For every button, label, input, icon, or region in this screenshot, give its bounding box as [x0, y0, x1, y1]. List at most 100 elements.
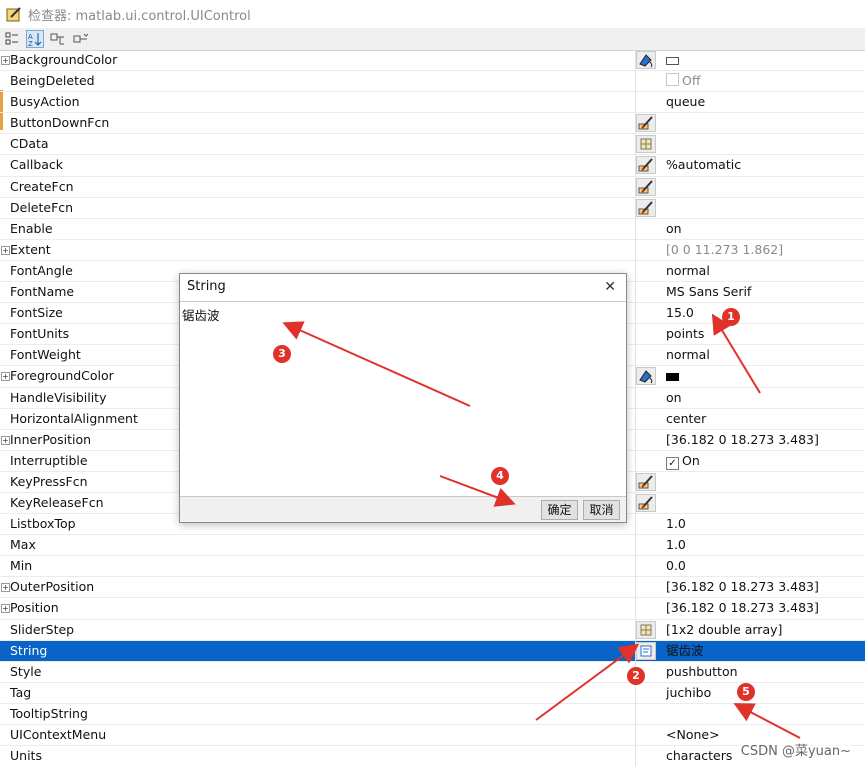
checkbox[interactable]: ✓: [666, 456, 679, 470]
property-row-outerposition[interactable]: + OuterPosition [36.182 0 18.273 3.483]: [0, 577, 865, 599]
column-divider: [635, 746, 636, 766]
property-value[interactable]: pushbutton: [666, 662, 738, 682]
callback-editor-icon[interactable]: [636, 114, 656, 133]
column-divider: [635, 703, 636, 725]
property-name: OuterPosition: [10, 579, 95, 595]
ok-button[interactable]: 确定: [541, 500, 578, 520]
property-name: UIContextMenu: [10, 727, 107, 742]
column-divider: [635, 282, 636, 304]
color-picker-icon[interactable]: [636, 51, 656, 69]
color-picker-icon[interactable]: [636, 367, 656, 386]
property-value[interactable]: 15.0: [666, 303, 694, 323]
cancel-button[interactable]: 取消: [583, 500, 620, 520]
property-value[interactable]: ✓ On: [666, 451, 700, 471]
property-value[interactable]: MS Sans Serif: [666, 282, 751, 302]
property-name: InnerPosition: [10, 431, 92, 447]
property-name: String: [10, 642, 48, 658]
property-value-text: [36.182 0 18.273 3.483]: [666, 579, 819, 595]
property-row-buttondownfcn[interactable]: ButtonDownFcn: [0, 113, 865, 135]
property-name: Style: [10, 663, 42, 679]
callback-editor-icon[interactable]: [636, 198, 656, 217]
callback-editor-icon[interactable]: [636, 156, 656, 175]
array-editor-icon[interactable]: [636, 135, 656, 154]
property-row-beingdeleted[interactable]: BeingDeleted Off: [0, 71, 865, 93]
sort-alphabetical-icon[interactable]: A Z: [26, 30, 44, 48]
property-name: ForegroundColor: [10, 368, 114, 384]
property-value[interactable]: 0.0: [666, 556, 686, 576]
property-value[interactable]: on: [666, 219, 682, 239]
property-value[interactable]: juchibo: [666, 683, 711, 703]
property-name: FontSize: [10, 305, 63, 321]
property-value[interactable]: normal: [666, 345, 710, 365]
property-row-min[interactable]: Min 0.0: [0, 556, 865, 578]
property-value[interactable]: 1.0: [666, 535, 686, 555]
close-icon[interactable]: ✕: [604, 279, 616, 295]
expand-icon[interactable]: +: [1, 435, 10, 445]
property-value[interactable]: <None>: [666, 725, 720, 745]
property-name: Min: [10, 558, 33, 574]
property-value[interactable]: normal: [666, 261, 710, 281]
property-row-createfcn[interactable]: CreateFcn: [0, 176, 865, 198]
checkbox[interactable]: [666, 73, 679, 87]
property-value[interactable]: center: [666, 409, 706, 429]
property-row-callback[interactable]: Callback %automatic: [0, 155, 865, 177]
property-value[interactable]: [666, 50, 679, 70]
property-row-units[interactable]: Units characters: [0, 746, 865, 766]
expand-icon[interactable]: +: [1, 604, 10, 614]
property-value[interactable]: [666, 366, 679, 386]
property-name: KeyReleaseFcn: [10, 494, 104, 510]
property-row-backgroundcolor[interactable]: + BackgroundColor: [0, 50, 865, 72]
column-divider: [635, 345, 636, 367]
column-divider: [635, 429, 636, 451]
callback-editor-icon[interactable]: [636, 493, 656, 512]
dialog-text-content: 锯齿波: [182, 308, 220, 323]
property-row-style[interactable]: Style pushbutton: [0, 661, 865, 683]
property-value[interactable]: [1x2 double array]: [666, 620, 782, 640]
property-value[interactable]: [36.182 0 18.273 3.483]: [666, 577, 819, 597]
categorize-icon[interactable]: [3, 30, 21, 48]
column-divider: [635, 450, 636, 472]
expand-icon[interactable]: +: [1, 372, 10, 382]
property-value[interactable]: points: [666, 324, 704, 344]
property-row-extent[interactable]: + Extent [0 0 11.273 1.862]: [0, 239, 865, 261]
property-row-busyaction[interactable]: BusyAction queue: [0, 92, 865, 114]
property-value[interactable]: [36.182 0 18.273 3.483]: [666, 598, 819, 618]
column-divider: [635, 92, 636, 114]
property-row-tag[interactable]: Tag juchibo: [0, 682, 865, 704]
property-row-tooltipstring[interactable]: TooltipString: [0, 703, 865, 725]
column-divider: [635, 556, 636, 578]
column-divider: [635, 514, 636, 536]
property-row-uicontextmenu[interactable]: UIContextMenu <None>: [0, 725, 865, 747]
property-row-enable[interactable]: Enable on: [0, 218, 865, 240]
property-value[interactable]: [0 0 11.273 1.862]: [666, 240, 783, 260]
property-row-max[interactable]: Max 1.0: [0, 535, 865, 557]
property-value[interactable]: [36.182 0 18.273 3.483]: [666, 430, 819, 450]
expand-icon[interactable]: +: [1, 56, 10, 65]
array-editor-icon[interactable]: [636, 620, 656, 639]
column-divider: [635, 218, 636, 240]
property-value[interactable]: %automatic: [666, 155, 741, 175]
property-value[interactable]: on: [666, 388, 682, 408]
property-row-string[interactable]: String 锯齿波: [0, 640, 865, 662]
string-textarea[interactable]: 锯齿波: [180, 301, 626, 497]
column-divider: [635, 598, 636, 620]
callback-editor-icon[interactable]: [636, 472, 656, 491]
property-row-deletefcn[interactable]: DeleteFcn: [0, 197, 865, 219]
property-name: DeleteFcn: [10, 199, 74, 215]
collapse-all-icon[interactable]: [72, 30, 90, 48]
property-value[interactable]: queue: [666, 92, 705, 112]
property-value[interactable]: 锯齿波: [666, 641, 704, 661]
property-row-sliderstep[interactable]: SliderStep [1x2 double array]: [0, 619, 865, 641]
property-row-cdata[interactable]: CData: [0, 134, 865, 156]
annotation-marker-3: 3: [273, 345, 291, 363]
callback-editor-icon[interactable]: [636, 177, 656, 196]
property-value[interactable]: Off: [666, 71, 700, 91]
expand-all-icon[interactable]: [49, 30, 67, 48]
expand-icon[interactable]: +: [1, 245, 10, 255]
expand-icon[interactable]: +: [1, 583, 10, 593]
property-value[interactable]: characters: [666, 746, 732, 766]
property-row-position[interactable]: + Position [36.182 0 18.273 3.483]: [0, 598, 865, 620]
string-editor-icon[interactable]: [636, 641, 656, 660]
property-value[interactable]: 1.0: [666, 514, 686, 534]
property-name: Extent: [10, 241, 51, 257]
